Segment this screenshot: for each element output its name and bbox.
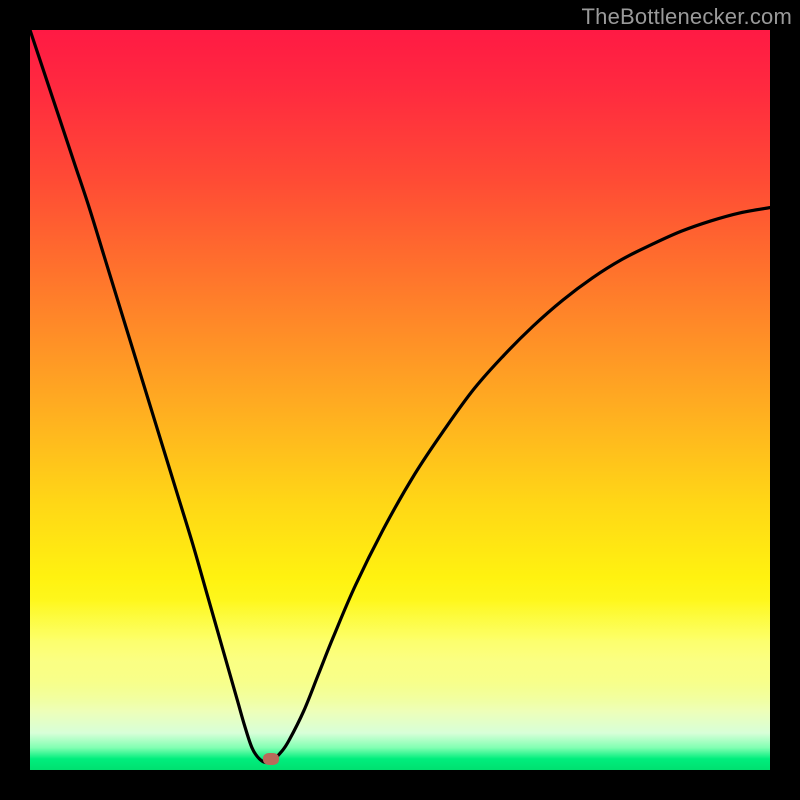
watermark-text: TheBottlenecker.com [582,4,792,30]
plot-area [30,30,770,770]
bottleneck-curve [30,30,770,770]
optimum-marker [263,753,279,765]
chart-frame: TheBottlenecker.com [0,0,800,800]
